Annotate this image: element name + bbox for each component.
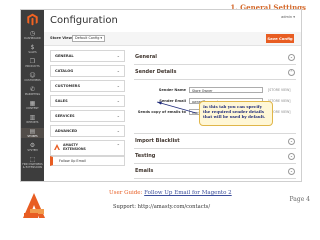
user-guide-line: User Guide: Follow Up Email for Magento … bbox=[109, 190, 232, 196]
support-line: Support: http://amasty.com/contacts/ bbox=[113, 204, 210, 210]
admin-screenshot: ◷ DASHBOARD $ SALES ❒ PRODUCTS ☺ CUSTOME… bbox=[20, 9, 302, 182]
amasty-logo-icon bbox=[23, 193, 45, 218]
user-guide-label: User Guide: bbox=[109, 190, 143, 196]
page-number: Page 4 bbox=[289, 196, 310, 203]
support-link[interactable]: http://amasty.com/contacts/ bbox=[138, 204, 210, 210]
support-label: Support: bbox=[113, 204, 136, 210]
callout-arrow bbox=[156, 101, 197, 114]
document-footer: User Guide: Follow Up Email for Magento … bbox=[0, 184, 320, 240]
instruction-callout: In this tab you can specify the required… bbox=[199, 101, 273, 126]
user-guide-link[interactable]: Follow Up Email for Magento 2 bbox=[144, 190, 232, 196]
